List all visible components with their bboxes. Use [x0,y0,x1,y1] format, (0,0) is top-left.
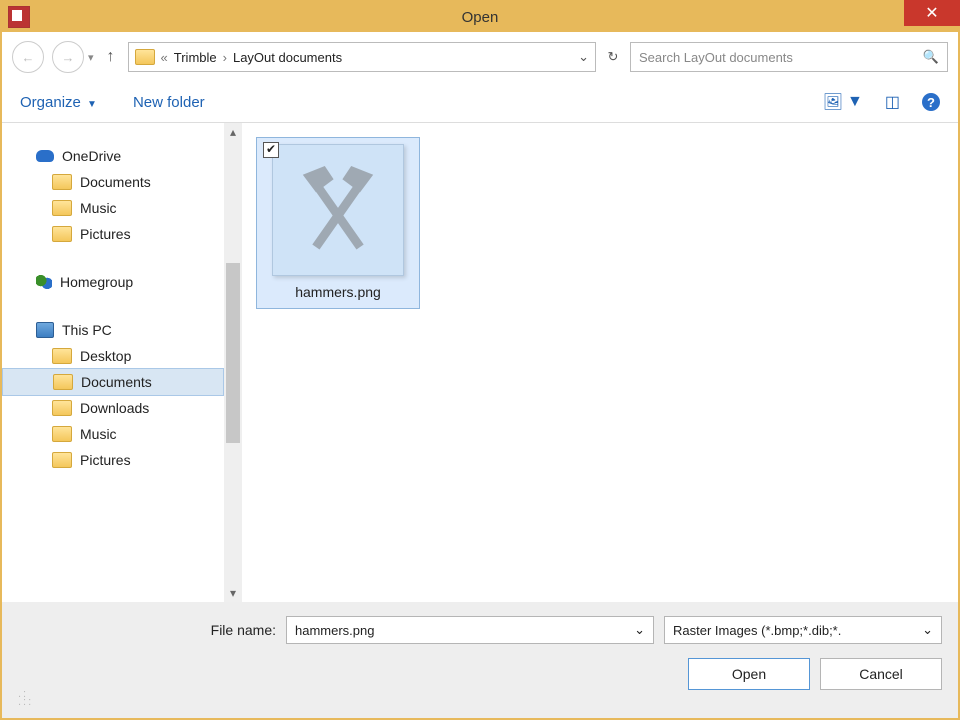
nav-row: ← → ▾ ↑ « Trimble › LayOut documents ⌄ ↻… [2,32,958,82]
folder-icon [52,348,72,364]
view-menu[interactable]: 🖼 ▼ [823,92,863,112]
folder-icon [52,452,72,468]
chevron-down-icon: ⌄ [922,622,933,638]
filename-value: hammers.png [295,623,374,638]
tree-item[interactable]: Pictures [2,221,224,247]
hammers-icon [283,155,393,265]
command-bar: Organize ▼ New folder 🖼 ▼ ◫ ? [2,82,958,123]
breadcrumb-item[interactable]: Trimble [174,50,217,65]
search-icon: 🔍 [923,49,939,65]
filename-input[interactable]: hammers.png ⌄ [286,616,654,644]
folder-icon [135,49,155,65]
resize-grip[interactable]: .:.:: [18,690,942,706]
arrow-up-icon: ↑ [107,48,115,65]
pc-icon [36,322,54,338]
help-icon: ? [927,95,935,110]
search-input[interactable]: Search LayOut documents 🔍 [630,42,948,72]
panel-icon: ◫ [885,92,900,112]
scrollbar-thumb[interactable] [226,263,240,443]
arrow-left-icon: ← [22,50,35,65]
up-button[interactable]: ↑ [102,48,120,66]
tree-item[interactable]: Downloads [2,395,224,421]
chevron-down-icon: ▼ [87,99,97,110]
back-button[interactable]: ← [12,41,44,73]
tree-item-homegroup[interactable]: Homegroup [2,269,224,295]
tree-item[interactable]: Desktop [2,343,224,369]
help-button[interactable]: ? [922,93,940,111]
tree-item[interactable]: Music [2,195,224,221]
filter-text: Raster Images (*.bmp;*.dib;*. [673,623,841,638]
cancel-button[interactable]: Cancel [820,658,942,690]
dialog-body: OneDrive Documents Music Pictures Homegr… [2,123,958,602]
onedrive-icon [36,150,54,162]
scroll-up-icon: ▴ [224,125,242,139]
folder-icon [52,226,72,242]
open-button[interactable]: Open [688,658,810,690]
open-dialog: Open ✕ ← → ▾ ↑ « Trimble › LayOut docume… [0,0,960,720]
file-name: hammers.png [295,284,381,300]
chevron-down-icon: ▼ [847,93,863,111]
tree-item-selected[interactable]: Documents [2,368,224,396]
tree-item-thispc[interactable]: This PC [2,317,224,343]
nav-tree: OneDrive Documents Music Pictures Homegr… [2,123,224,602]
file-item-selected[interactable]: ✔ hammers.png [256,137,420,309]
search-placeholder: Search LayOut documents [639,50,793,65]
tree-item[interactable]: Documents [2,169,224,195]
breadcrumb-prefix: « [161,50,168,65]
folder-icon [52,426,72,442]
file-thumbnail [272,144,404,276]
refresh-icon: ↻ [608,49,619,64]
picture-icon: 🖼 [823,92,843,112]
file-checkbox[interactable]: ✔ [263,142,279,158]
folder-icon [52,174,72,190]
arrow-right-icon: → [62,50,75,65]
folder-icon [52,400,72,416]
filetype-filter[interactable]: Raster Images (*.bmp;*.dib;*. ⌄ [664,616,942,644]
forward-button[interactable]: → [52,41,84,73]
tree-item[interactable]: Pictures [2,447,224,473]
folder-icon [53,374,73,390]
folder-icon [52,200,72,216]
address-bar[interactable]: « Trimble › LayOut documents ⌄ [128,42,596,72]
chevron-right-icon: › [223,50,227,65]
history-dropdown[interactable]: ▾ [88,51,94,64]
tree-item[interactable]: Music [2,421,224,447]
file-list[interactable]: ✔ hammers.png [242,123,958,602]
close-button[interactable]: ✕ [904,0,960,26]
preview-pane-button[interactable]: ◫ [885,92,900,112]
organize-menu[interactable]: Organize ▼ [20,94,97,111]
scroll-down-icon: ▾ [224,586,242,600]
close-icon: ✕ [925,3,938,23]
sidebar-scrollbar[interactable]: ▴ ▾ [224,123,242,602]
chevron-down-icon[interactable]: ⌄ [634,622,645,638]
breadcrumb-item[interactable]: LayOut documents [233,50,342,65]
titlebar: Open ✕ [2,2,958,32]
filename-label: File name: [211,622,276,638]
refresh-button[interactable]: ↻ [604,49,622,65]
homegroup-icon [36,275,52,289]
dialog-footer: File name: hammers.png ⌄ Raster Images (… [2,602,958,718]
window-title: Open [2,9,958,26]
tree-item-onedrive[interactable]: OneDrive [2,143,224,169]
address-dropdown[interactable]: ⌄ [578,49,589,65]
new-folder-button[interactable]: New folder [133,94,205,111]
